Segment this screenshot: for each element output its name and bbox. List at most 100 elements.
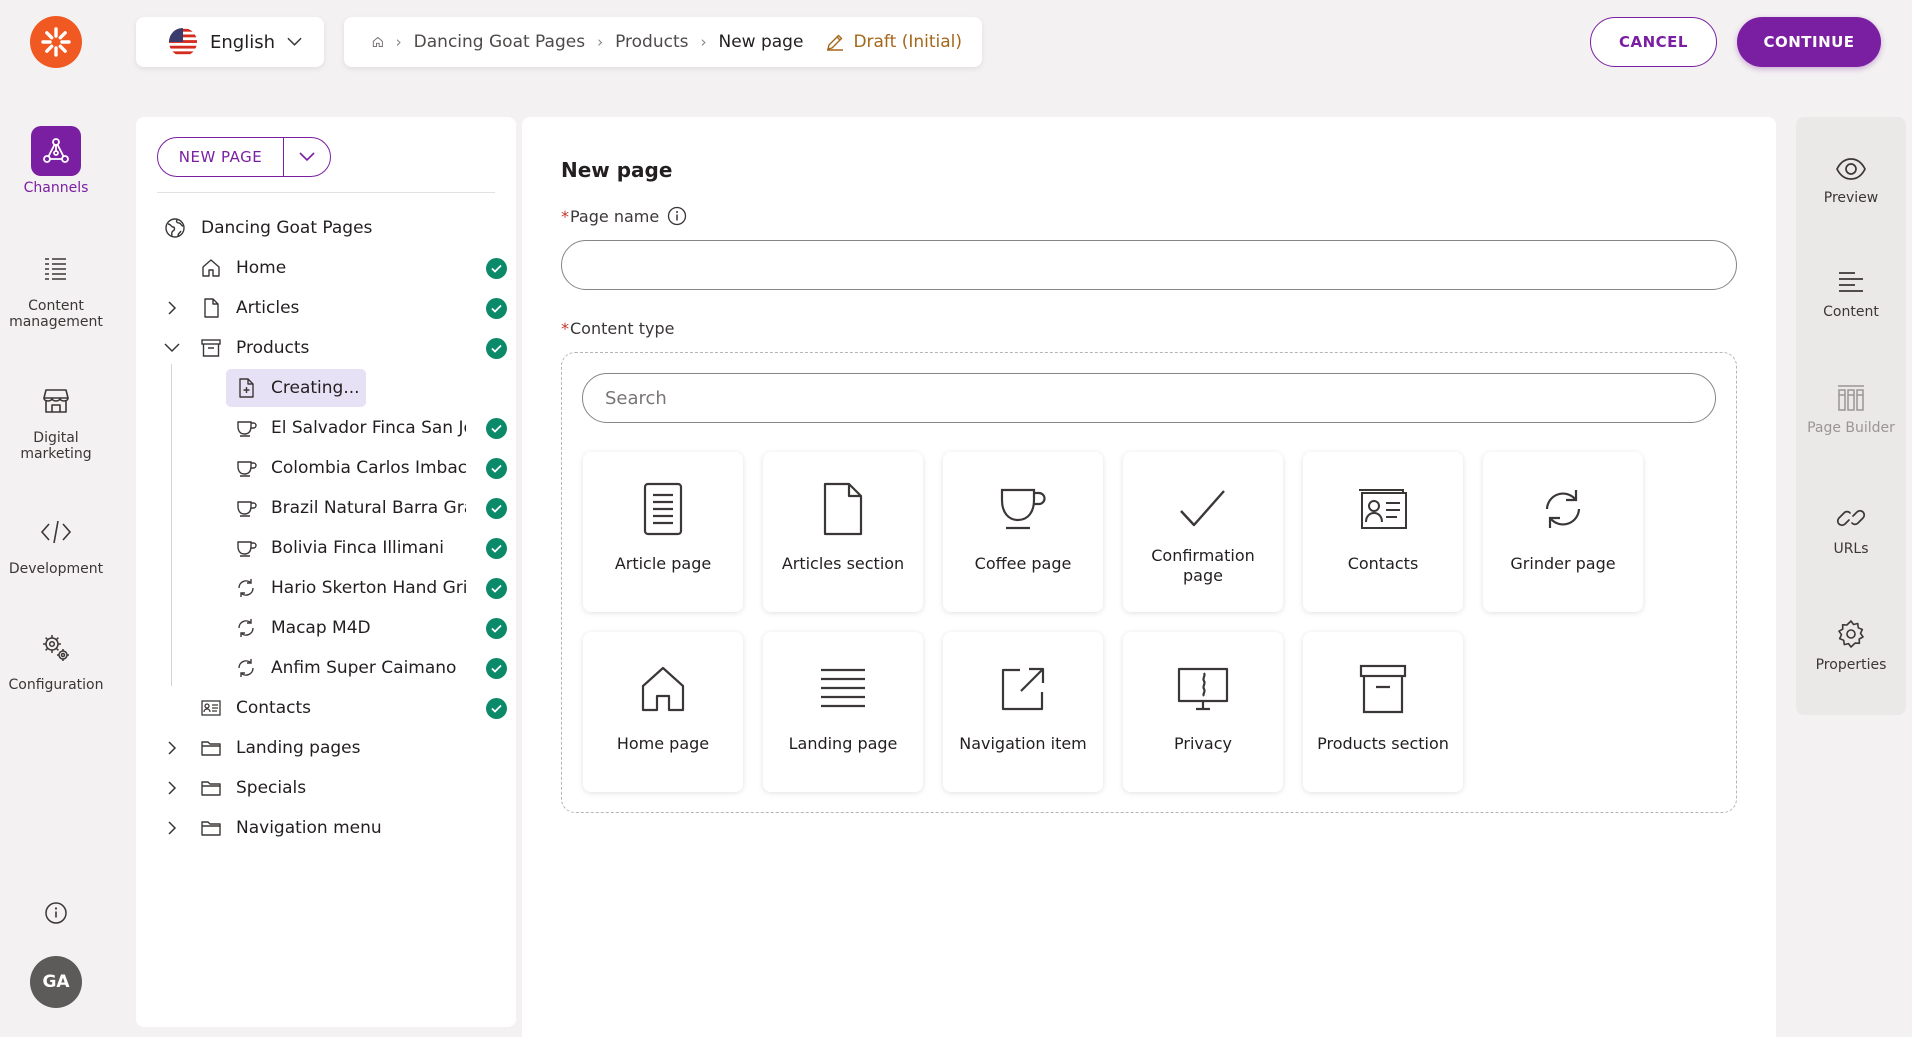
- published-status-icon: [486, 297, 507, 319]
- page-builder-icon: [1838, 385, 1864, 411]
- required-marker: *: [561, 206, 569, 226]
- new-page-split-button: NEW PAGE: [157, 137, 331, 177]
- tree-node-contacts[interactable]: Contacts: [160, 690, 510, 726]
- nav-content-management-label: Content management: [9, 298, 103, 330]
- chevron-right-icon[interactable]: [160, 776, 184, 800]
- right-rail-properties-label: Properties: [1815, 657, 1887, 673]
- doc-new-icon: [235, 377, 257, 399]
- text-align-icon: [1839, 272, 1863, 292]
- pencil-icon: [827, 34, 844, 51]
- content-type-card-home-page[interactable]: Home page: [583, 632, 743, 792]
- tree-node-product[interactable]: Macap M4D: [160, 610, 510, 646]
- nav-digital-marketing-label: Digital marketing: [20, 430, 92, 462]
- right-rail-page-builder[interactable]: Page Builder: [1796, 384, 1906, 436]
- folder-icon: [200, 817, 222, 839]
- cup-icon: [235, 457, 257, 479]
- kentico-logo[interactable]: [30, 16, 82, 68]
- published-status-icon: [486, 417, 507, 439]
- info-icon[interactable]: [667, 206, 687, 226]
- globe-icon: [164, 217, 186, 239]
- chevron-down-icon[interactable]: [160, 336, 184, 360]
- nav-digital-marketing[interactable]: Digital marketing: [0, 376, 112, 462]
- tree-node-label: Bolivia Finca Illimani: [271, 538, 444, 558]
- content-type-label-text: Content type: [570, 319, 675, 338]
- rotate-icon: [235, 577, 257, 599]
- new-page-button[interactable]: NEW PAGE: [158, 138, 284, 176]
- page-name-input[interactable]: [561, 240, 1737, 290]
- breadcrumb-channel[interactable]: Dancing Goat Pages: [414, 32, 585, 52]
- tree-node-label: El Salvador Finca San Jose: [271, 418, 466, 438]
- tree-node-root[interactable]: Dancing Goat Pages: [160, 210, 510, 246]
- tree-node-product[interactable]: Hario Skerton Hand Grinder: [160, 570, 510, 606]
- new-page-dropdown-button[interactable]: [284, 138, 330, 176]
- tree-node-product[interactable]: Colombia Carlos Imbachi: [160, 450, 510, 486]
- tree-node-product[interactable]: El Salvador Finca San Jose: [160, 410, 510, 446]
- content-type-card-navigation-item[interactable]: Navigation item: [943, 632, 1103, 792]
- content-type-label: Grinder page: [1510, 554, 1616, 573]
- tree-node-label: Landing pages: [236, 738, 361, 758]
- info-icon[interactable]: [44, 901, 68, 925]
- tree-divider: [157, 192, 495, 193]
- home-icon[interactable]: [372, 33, 384, 51]
- folder-icon: [200, 737, 222, 759]
- language-selector[interactable]: English: [136, 17, 324, 67]
- avatar[interactable]: GA: [30, 956, 82, 1008]
- article-icon: [641, 480, 685, 538]
- content-type-label: Article page: [614, 554, 712, 573]
- right-rail-properties[interactable]: Properties: [1796, 619, 1906, 673]
- content-type-card-article-page[interactable]: Article page: [583, 452, 743, 612]
- tree-node-articles[interactable]: Articles: [160, 290, 510, 326]
- chevron-right-icon[interactable]: [160, 296, 184, 320]
- code-icon: [31, 507, 81, 557]
- tree-node-creating[interactable]: Creating...: [160, 370, 510, 406]
- link-icon: [1836, 509, 1866, 527]
- cancel-button[interactable]: CANCEL: [1590, 17, 1717, 67]
- tree-node-product[interactable]: Bolivia Finca Illimani: [160, 530, 510, 566]
- tree-node-label: Hario Skerton Hand Grinder: [271, 578, 466, 598]
- content-type-label: Privacy: [1174, 734, 1232, 753]
- breadcrumb-separator: ›: [395, 33, 402, 51]
- nav-development[interactable]: Development: [0, 507, 112, 577]
- continue-button[interactable]: CONTINUE: [1737, 17, 1881, 67]
- tree-node-label: Colombia Carlos Imbachi: [271, 458, 466, 478]
- tree-node-landing-pages[interactable]: Landing pages: [160, 730, 510, 766]
- house-icon: [200, 257, 222, 279]
- tree-node-product[interactable]: Anfim Super Caimano: [160, 650, 510, 686]
- tree-node-specials[interactable]: Specials: [160, 770, 510, 806]
- breadcrumb-separator: ›: [597, 33, 604, 51]
- status-text: Draft (Initial): [853, 32, 962, 52]
- breadcrumb-products[interactable]: Products: [615, 32, 688, 52]
- page-title: New page: [561, 158, 673, 182]
- published-status-icon: [486, 457, 507, 479]
- tree-node-navigation-menu[interactable]: Navigation menu: [160, 810, 510, 846]
- content-type-card-contacts[interactable]: Contacts: [1303, 452, 1463, 612]
- tree-node-label: Home: [236, 258, 287, 278]
- content-type-card-products-section[interactable]: Products section: [1303, 632, 1463, 792]
- content-type-card-articles-section[interactable]: Articles section: [763, 452, 923, 612]
- cup-icon: [235, 417, 257, 439]
- tree-node-home[interactable]: Home: [160, 250, 510, 286]
- content-type-card-coffee-page[interactable]: Coffee page: [943, 452, 1103, 612]
- tree-node-label: Anfim Super Caimano: [271, 658, 457, 678]
- chevron-down-icon: [287, 37, 302, 46]
- content-type-card-privacy[interactable]: Privacy: [1123, 632, 1283, 792]
- rotate-icon: [235, 617, 257, 639]
- content-type-card-landing-page[interactable]: Landing page: [763, 632, 923, 792]
- nav-channels[interactable]: Channels: [0, 126, 112, 196]
- content-type-card-confirmation-page[interactable]: Confirmation page: [1123, 452, 1283, 612]
- nav-configuration[interactable]: Configuration: [0, 623, 112, 693]
- tree-node-products[interactable]: Products: [160, 330, 510, 366]
- tree-node-product[interactable]: Brazil Natural Barra Grande: [160, 490, 510, 526]
- chevron-right-icon[interactable]: [160, 736, 184, 760]
- right-rail-urls-label: URLs: [1833, 541, 1869, 557]
- chevron-right-icon[interactable]: [160, 816, 184, 840]
- required-marker: *: [561, 319, 569, 338]
- logo-asterisk-icon: [41, 27, 71, 57]
- nav-content-management[interactable]: Content management: [0, 244, 112, 330]
- right-rail-preview[interactable]: Preview: [1796, 156, 1906, 206]
- tree-node-label: Navigation menu: [236, 818, 382, 838]
- right-rail-content[interactable]: Content: [1796, 270, 1906, 320]
- content-type-search-input[interactable]: [582, 373, 1716, 423]
- content-type-card-grinder-page[interactable]: Grinder page: [1483, 452, 1643, 612]
- right-rail-urls[interactable]: URLs: [1796, 503, 1906, 557]
